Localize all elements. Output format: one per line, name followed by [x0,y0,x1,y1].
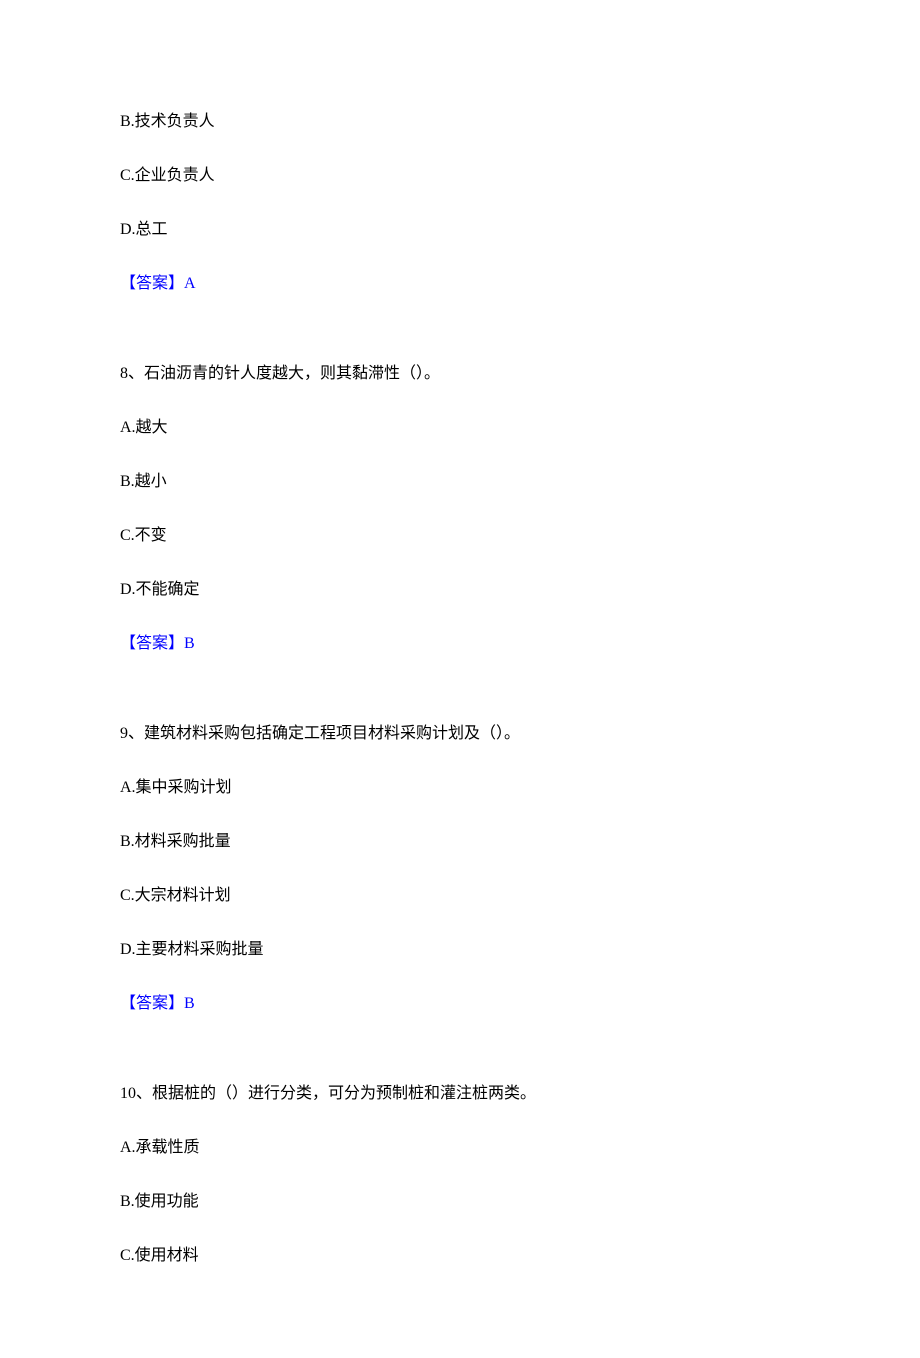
option-text: D.总工 [120,218,800,242]
option-text: C.不变 [120,524,800,548]
option-text: A.集中采购计划 [120,776,800,800]
option-text: C.大宗材料计划 [120,884,800,908]
option-text: B.材料采购批量 [120,830,800,854]
option-text: B.使用功能 [120,1190,800,1214]
question-stem: 8、石油沥青的针人度越大，则其黏滞性（）。 [120,362,800,386]
answer-line: 【答案】A [120,272,800,296]
option-text: A.越大 [120,416,800,440]
option-text: D.主要材料采购批量 [120,938,800,962]
answer-value: B [184,995,195,1012]
option-text: A.承载性质 [120,1136,800,1160]
answer-label: 【答案】 [120,635,184,652]
document-page: B.技术负责人 C.企业负责人 D.总工 【答案】A 8、石油沥青的针人度越大，… [0,0,920,1358]
option-text: B.技术负责人 [120,110,800,134]
option-text: D.不能确定 [120,578,800,602]
answer-label: 【答案】 [120,995,184,1012]
question-stem: 9、建筑材料采购包括确定工程项目材料采购计划及（）。 [120,722,800,746]
option-text: C.企业负责人 [120,164,800,188]
answer-value: A [184,275,196,292]
answer-label: 【答案】 [120,275,184,292]
option-text: B.越小 [120,470,800,494]
answer-line: 【答案】B [120,632,800,656]
question-stem: 10、根据桩的（）进行分类，可分为预制桩和灌注桩两类。 [120,1082,800,1106]
option-text: C.使用材料 [120,1244,800,1268]
answer-line: 【答案】B [120,992,800,1016]
answer-value: B [184,635,195,652]
